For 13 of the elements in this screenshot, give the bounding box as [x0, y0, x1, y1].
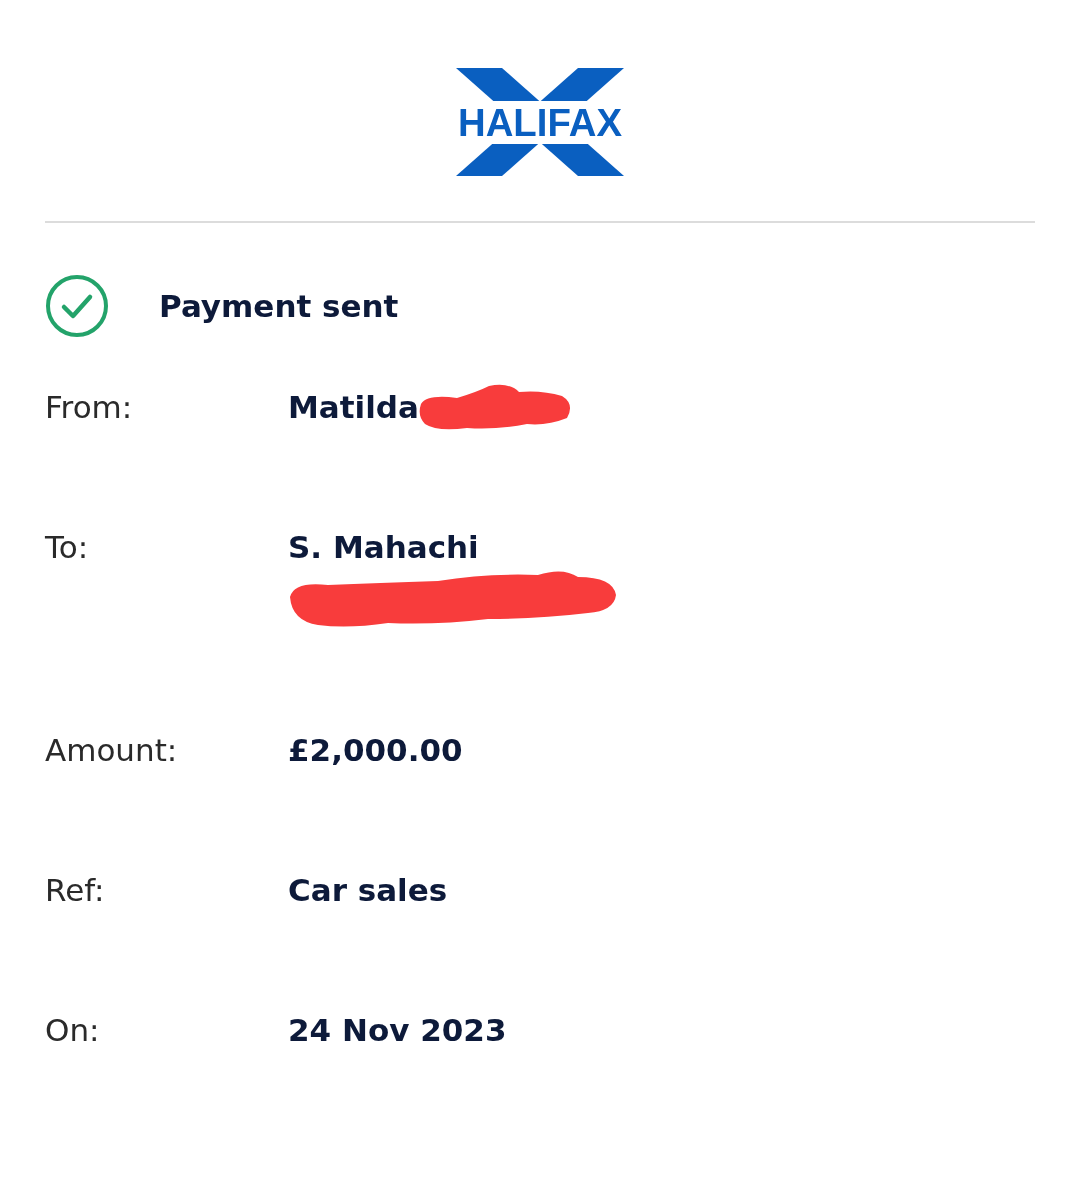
detail-value: £2,000.00 [288, 731, 463, 770]
detail-value: S. Mahachi [288, 528, 479, 567]
detail-label: To: [45, 528, 90, 567]
detail-label: Ref: [45, 871, 106, 910]
detail-value: Matilda [288, 388, 419, 427]
detail-label: Amount: [45, 731, 179, 770]
x-logo-icon [456, 68, 624, 176]
detail-value: 24 Nov 2023 [288, 1011, 507, 1050]
brand-name: HALIFAX [458, 102, 621, 144]
detail-label: On: [45, 1011, 101, 1050]
detail-value: Car sales [288, 871, 448, 910]
detail-label: From: [45, 388, 134, 427]
status-title: Payment sent [159, 288, 399, 324]
